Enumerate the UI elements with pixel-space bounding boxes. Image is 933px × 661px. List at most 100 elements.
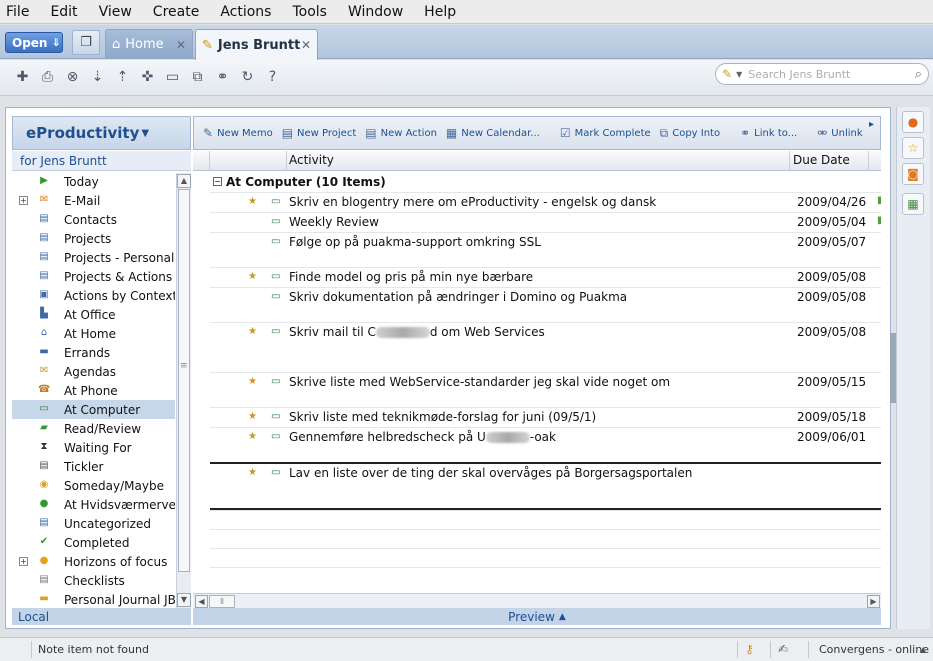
search-scope-icon[interactable]: ✎ <box>722 67 732 81</box>
move-down-icon[interactable]: ⇣ <box>85 69 110 85</box>
action-new-project[interactable]: ▤ New Project <box>282 126 357 140</box>
column-due-date[interactable]: Due Date <box>789 151 869 170</box>
nav-item-projects-actions[interactable]: ▤ Projects & Actions <box>12 267 175 286</box>
nav-scrollbar[interactable]: ▲ ≡ ▼ <box>176 173 191 608</box>
table-row[interactable]: ★ ▭ Skriv mail til C d om Web Services 2009/… <box>210 322 881 372</box>
chevron-down-icon[interactable]: ▼ <box>736 70 742 79</box>
add-icon[interactable]: ✜ <box>135 69 160 85</box>
rss-feed-icon[interactable]: ◙ <box>902 163 924 185</box>
nav-item-someday-maybe[interactable]: ◉ Someday/Maybe <box>12 476 175 495</box>
close-tab-jens-icon[interactable]: ✕ <box>301 38 311 52</box>
horizontal-scroll-thumb[interactable]: ⦀ <box>209 595 235 608</box>
scroll-right-icon[interactable]: ▶ <box>867 595 880 608</box>
menu-edit[interactable]: Edit <box>48 4 79 20</box>
star-icon[interactable]: ★ <box>248 271 257 282</box>
scroll-left-icon[interactable]: ◀ <box>195 595 208 608</box>
table-row[interactable]: ★ ▭ Finde model og pris på min nye bærbare… <box>210 267 881 287</box>
nav-item-today[interactable]: ▶ Today <box>12 172 175 191</box>
menu-create[interactable]: Create <box>151 4 202 20</box>
action-new-action[interactable]: ▤ New Action <box>365 126 437 140</box>
nav-item-projects-personal[interactable]: ▤ Projects - Personal <box>12 248 175 267</box>
nav-item-agendas[interactable]: ✉ Agendas <box>12 362 175 381</box>
nav-item-uncategorized[interactable]: ▤ Uncategorized <box>12 514 175 533</box>
more-actions-icon[interactable]: ▸ <box>869 119 874 130</box>
expand-icon[interactable]: + <box>19 557 28 566</box>
scroll-down-icon[interactable]: ▼ <box>177 593 191 607</box>
show-windows-button[interactable]: ❐ <box>72 30 100 55</box>
search-box[interactable]: ✎ ▼ Search Jens Bruntt ⌕ <box>715 63 929 85</box>
table-row[interactable]: ★ ▭ Lav en liste over de ting der skal ove… <box>210 462 881 510</box>
nav-item-at-office[interactable]: ▙ At Office <box>12 305 175 324</box>
scroll-up-icon[interactable]: ▲ <box>177 174 191 188</box>
new-icon[interactable]: ✚ <box>10 69 35 85</box>
menu-view[interactable]: View <box>97 4 134 20</box>
nav-item-personal-journal-jb[interactable]: ▬ Personal Journal JB <box>12 590 175 609</box>
horizontal-scrollbar[interactable]: ◀ ⦀ ▶ <box>193 593 881 608</box>
signature-icon[interactable]: ✍ <box>778 642 788 656</box>
preview-bar[interactable]: Preview ▲ <box>193 608 881 625</box>
online-status[interactable]: Convergens - online <box>819 643 929 656</box>
key-icon[interactable]: ⚷ <box>745 642 754 656</box>
star-icon[interactable]: ☆ <box>902 137 924 159</box>
action-new-calendar[interactable]: ▦ New Calendar... <box>446 126 540 140</box>
tab-jens-bruntt[interactable]: ✎ Jens Bruntt ✕ <box>195 29 318 60</box>
table-row[interactable]: ▭ Weekly Review 2009/05/04 ▮ <box>210 212 881 232</box>
move-up-icon[interactable]: ⇡ <box>110 69 135 85</box>
action-new-memo[interactable]: ✎ New Memo <box>203 126 273 140</box>
collapse-icon[interactable]: − <box>213 177 222 186</box>
refresh-icon[interactable]: ↻ <box>235 69 260 85</box>
menu-file[interactable]: File <box>4 4 31 20</box>
search-icon[interactable]: ⌕ <box>915 67 922 82</box>
column-select[interactable] <box>193 151 210 170</box>
menu-tools[interactable]: Tools <box>290 4 329 20</box>
nav-item-at-hvidsv-rmervej[interactable]: ● At Hvidsværmervej <box>12 495 175 514</box>
nav-item-actions-by-context[interactable]: ▣ Actions by Context <box>12 286 175 305</box>
star-icon[interactable]: ★ <box>248 411 257 422</box>
calendar-icon[interactable]: ▦ <box>902 193 924 215</box>
nav-item-errands[interactable]: ▬ Errands <box>12 343 175 362</box>
open-button[interactable]: Open ⇓ <box>5 32 63 53</box>
tab-home[interactable]: ⌂ Home ✕ <box>105 29 193 59</box>
table-row[interactable]: ★ ▭ Skrive liste med WebService-standarder… <box>210 372 881 407</box>
menu-actions[interactable]: Actions <box>218 4 273 20</box>
nav-item-checklists[interactable]: ▤ Checklists <box>12 571 175 590</box>
action-link-to[interactable]: ⚭ Link to... <box>740 126 797 140</box>
remove-icon[interactable]: ▭ <box>160 69 185 85</box>
action-unlink[interactable]: ⚮ Unlink <box>817 126 862 140</box>
column-activity[interactable]: Activity <box>286 151 334 170</box>
chat-icon[interactable]: ● <box>902 111 924 133</box>
copy-icon[interactable]: ⧉ <box>185 69 210 85</box>
nav-item-horizons-of-focus[interactable]: + ● Horizons of focus <box>12 552 175 571</box>
menu-window[interactable]: Window <box>346 4 405 20</box>
expand-icon[interactable]: + <box>19 196 28 205</box>
help-icon[interactable]: ? <box>260 69 285 85</box>
nav-item-at-phone[interactable]: ☎ At Phone <box>12 381 175 400</box>
table-row[interactable]: ★ ▭ Skriv liste med teknikmøde-forslag for… <box>210 407 881 427</box>
star-icon[interactable]: ★ <box>248 376 257 387</box>
table-row[interactable]: ▭ Følge op på puakma-support omkring SSL 2… <box>210 232 881 267</box>
stop-icon[interactable]: ⊗ <box>60 69 85 85</box>
nav-item-waiting-for[interactable]: ⧗ Waiting For <box>12 438 175 457</box>
nav-item-e-mail[interactable]: + ✉ E-Mail <box>12 191 175 210</box>
star-icon[interactable]: ★ <box>248 431 257 442</box>
print-icon[interactable]: ⎙ <box>35 69 60 85</box>
action-mark-complete[interactable]: ☑ Mark Complete <box>560 126 651 140</box>
nav-scroll-thumb[interactable] <box>178 189 190 572</box>
nav-item-read-review[interactable]: ▰ Read/Review <box>12 419 175 438</box>
nav-item-at-computer[interactable]: ▭ At Computer <box>12 400 175 419</box>
nav-item-contacts[interactable]: ▤ Contacts <box>12 210 175 229</box>
nav-item-projects[interactable]: ▤ Projects <box>12 229 175 248</box>
star-icon[interactable]: ★ <box>248 196 257 207</box>
action-copy-into[interactable]: ⧉ Copy Into <box>660 126 720 141</box>
search-input[interactable]: Search Jens Bruntt <box>748 68 850 81</box>
star-icon[interactable]: ★ <box>248 467 257 478</box>
table-row[interactable]: ★ ▭ Skriv en blogentry mere om eProductivi… <box>210 192 881 212</box>
binoculars-icon[interactable]: ⚭ <box>210 69 235 85</box>
table-row[interactable]: ▭ Skriv dokumentation på ændringer i Domi… <box>210 287 881 322</box>
group-header[interactable]: − At Computer (10 Items) <box>210 172 881 192</box>
nav-item-completed[interactable]: ✔ Completed <box>12 533 175 552</box>
nav-item-at-home[interactable]: ⌂ At Home <box>12 324 175 343</box>
nav-item-tickler[interactable]: ▤ Tickler <box>12 457 175 476</box>
nav-title[interactable]: eProductivity ▼ <box>12 116 191 150</box>
close-tab-home-icon[interactable]: ✕ <box>176 38 186 52</box>
